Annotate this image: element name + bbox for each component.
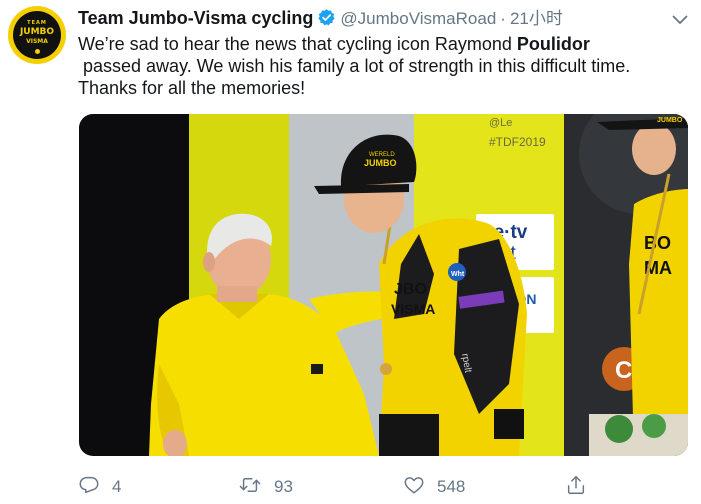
chevron-down-icon[interactable] [672, 12, 688, 30]
verified-badge-icon [317, 8, 336, 32]
banner-hashtag-2: #TDF2019 [489, 135, 546, 149]
tweet-text: We’re sad to hear the news that cycling … [78, 33, 693, 99]
credit-logo-letter: C [615, 357, 632, 384]
rider-jersey-line-2: VISMA [391, 301, 435, 317]
retweet-count: 93 [274, 477, 293, 496]
separator-dot: · [500, 9, 506, 28]
logo-mark [35, 49, 40, 54]
reply-button[interactable]: 4 [78, 474, 121, 500]
like-count: 548 [437, 477, 466, 496]
retweet-button[interactable]: 93 [238, 474, 293, 500]
reply-icon [78, 474, 100, 501]
account-handle[interactable]: @JumboVismaRoad [340, 9, 496, 28]
team-logo: TEAM JUMBO VISMA [13, 11, 61, 59]
tweet-photo[interactable]: @Le #TDF2019 ce·tv port VISION C [79, 114, 688, 456]
logo-line-1: TEAM [27, 20, 47, 26]
avatar[interactable]: TEAM JUMBO VISMA [8, 6, 66, 64]
reply-count: 4 [112, 477, 122, 496]
tweet-actions: 4 93 548 [78, 474, 688, 500]
tweet-text-line-2: passed away. We wish his family a lot of… [78, 55, 693, 77]
account-name[interactable]: Team Jumbo-Visma cycling [78, 8, 313, 28]
right-jersey-line-1: BO [644, 233, 671, 253]
tweet-text-segment: Thanks for all the memories! [78, 78, 306, 98]
tweet-text-segment: passed away. We wish his family a lot of… [78, 56, 631, 76]
tweet-text-line-3: Thanks for all the memories! [78, 77, 693, 99]
share-icon [565, 474, 587, 501]
tweet-header: Team Jumbo-Visma cycling @JumboVismaRoad ·… [78, 7, 563, 29]
tweet-text-segment: We’re sad to hear the news that cycling … [78, 34, 517, 54]
rider-jersey-line-1: JBO [394, 281, 427, 298]
share-button[interactable] [565, 474, 587, 500]
heart-icon [403, 474, 425, 501]
tweet-timestamp[interactable]: 21小时 [510, 9, 563, 28]
rider-badge-text: Wht [451, 271, 465, 278]
logo-line-2: JUMBO [19, 27, 55, 37]
like-button[interactable]: 548 [403, 474, 465, 500]
tweet-text-line-1: We’re sad to hear the news that cycling … [78, 33, 693, 55]
tweet-text-bold-name: Poulidor [516, 34, 590, 54]
logo-line-3: VISMA [26, 38, 48, 45]
retweet-icon [238, 474, 262, 501]
right-cap-text: JUMBO [657, 117, 683, 124]
podium-photo: @Le #TDF2019 ce·tv port VISION C [79, 114, 688, 456]
banner-hashtag-1: @Le [489, 117, 512, 129]
cap-brand-text: JUMBO [364, 158, 397, 168]
